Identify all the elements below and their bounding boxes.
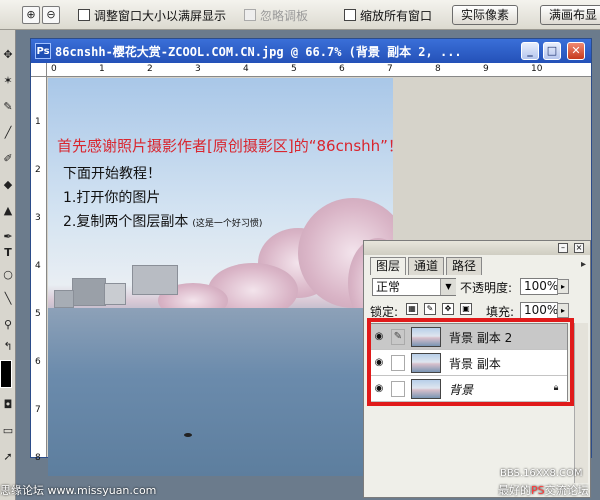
ruler-tick-label: 2 [147,64,153,74]
opacity-label: 不透明度: [460,281,513,295]
building [104,283,126,305]
photoshop-doc-icon: Ps [35,43,51,59]
opacity-slider-icon[interactable]: ▸ [557,279,569,294]
lock-position-icon[interactable]: ✥ [442,303,454,315]
quick-mask-icon[interactable]: ◘ [1,398,15,412]
ruler-tick-label: 1 [35,117,41,127]
lock-image-icon[interactable]: ✎ [424,303,436,315]
ignore-palettes-option: 忽略调板 [244,7,308,23]
resize-windows-checkbox[interactable] [78,9,90,21]
zoom-out-icon[interactable]: ⊖ [42,6,60,24]
ruler-tick-label: 1 [99,64,105,74]
chevron-down-icon[interactable]: ▼ [440,279,456,295]
pen-tool-icon[interactable]: ✒ [1,230,15,244]
ignore-palettes-checkbox [244,9,256,21]
duck [184,433,192,437]
watermark-ps: PS [531,484,545,497]
foreground-color-swatch[interactable] [0,360,12,388]
ruler-tick-label: 0 [51,64,57,74]
watermark-prefix: 最好的 [498,484,531,497]
panel-menu-icon[interactable]: ▸ [581,259,586,270]
watermark-right-top: BBS.16XX8.COM [500,468,583,479]
building [54,290,74,308]
ruler-tick-label: 8 [35,453,41,463]
maximize-icon[interactable]: □ [543,42,561,60]
watermark-left: 思缘论坛 www.missyuan.com [0,484,157,497]
zoom-all-windows-label: 缩放所有窗口 [360,8,433,23]
tutorial-line-3-text: 2.复制两个图层副本 [63,214,189,230]
lock-all-icon[interactable]: ▣ [460,303,472,315]
ruler-tick-label: 8 [435,64,441,74]
tutorial-line-3-note: (这是一个好习惯) [192,219,263,229]
type-tool-icon[interactable]: T [1,246,15,260]
ruler-tick-label: 6 [35,357,41,367]
close-icon[interactable]: ✕ [567,42,585,60]
tutorial-line-1: 下面开始教程！ [63,166,161,182]
fill-screen-button[interactable]: 满画布显 [540,5,600,25]
ruler-tick-label: 7 [35,405,41,415]
tutorial-title: 首先感谢照片摄影作者[原创摄影区]的“86cnshh”！ [57,137,403,155]
tab-layers[interactable]: 图层 [370,257,407,275]
building [72,278,106,306]
tutorial-line-2: 1.打开你的图片 [63,190,161,206]
swap-colors-icon[interactable]: ↰ [1,340,15,354]
zoom-all-windows-checkbox[interactable] [344,9,356,21]
tools-panel: ✥ ✶ ✎ ╱ ✐ ◆ ▲ ✒ T ○ ╲ ⚲ ↰ ◘ ▭ ➚ [0,30,16,500]
shape-tool-icon[interactable]: ○ [1,268,15,282]
actual-pixels-button[interactable]: 实际像素 [452,5,519,25]
ruler-tick-label: 2 [35,165,41,175]
eraser-tool-icon[interactable]: ◆ [1,178,15,192]
screen-mode-icon[interactable]: ▭ [1,424,15,438]
lake-water [48,308,393,476]
ignore-palettes-label: 忽略调板 [260,8,309,23]
eyedropper-tool-icon[interactable]: ╲ [1,292,15,306]
ruler-tick-label: 3 [195,64,201,74]
ruler-tick-label: 10 [531,64,543,74]
watermark-right-bottom: 最好的PS交流论坛 [498,482,589,498]
zoom-all-windows-option[interactable]: 缩放所有窗口 [344,7,432,23]
fill-slider-icon[interactable]: ▸ [557,303,569,318]
healing-brush-icon[interactable]: ✎ [1,100,15,114]
panel-titlebar[interactable]: – × [364,241,590,255]
ruler-tick-label: 4 [243,64,249,74]
resize-windows-option[interactable]: 调整窗口大小以满屏显示 [78,7,226,23]
document-titlebar[interactable]: Ps 86cnshh-樱花大赏-ZCOOL.COM.CN.jpg @ 66.7%… [31,39,591,63]
building [132,265,178,295]
panel-minimize-icon[interactable]: – [558,243,568,253]
lock-transparent-icon[interactable]: ▦ [406,303,418,315]
layer-highlight-annotation [367,318,574,406]
tab-paths[interactable]: 路径 [446,257,483,275]
magic-wand-icon[interactable]: ✶ [1,74,15,88]
ruler-tick-label: 5 [291,64,297,74]
ruler-tick-label: 4 [35,261,41,271]
tab-channels[interactable]: 通道 [408,257,445,275]
horizontal-ruler[interactable]: 0 1 2 3 4 5 6 7 8 9 10 [47,63,591,77]
tutorial-line-3: 2.复制两个图层副本 (这是一个好习惯) [63,211,262,231]
brush-tool-icon[interactable]: ╱ [1,126,15,140]
history-brush-icon[interactable]: ✐ [1,152,15,166]
jump-to-imageready-icon[interactable]: ➚ [1,450,15,464]
fill-field[interactable]: 100% [520,302,558,319]
ruler-tick-label: 9 [483,64,489,74]
minimize-icon[interactable]: _ [521,42,539,60]
zoom-in-icon[interactable]: ⊕ [22,6,40,24]
panel-scrollbar[interactable] [574,323,588,483]
panel-tabs: 图层 通道 路径 [370,257,483,275]
vertical-ruler[interactable]: 1 2 3 4 5 6 7 8 [31,77,47,463]
move-tool-icon[interactable]: ✥ [1,48,15,62]
ruler-tick-label: 3 [35,213,41,223]
panel-close-icon[interactable]: × [574,243,584,253]
resize-windows-label: 调整窗口大小以满屏显示 [94,8,227,23]
zoom-tool-icon[interactable]: ⚲ [1,318,15,332]
ruler-tick-label: 7 [387,64,393,74]
options-bar: ⊕ ⊖ 调整窗口大小以满屏显示 忽略调板 缩放所有窗口 实际像素 满画布显 [0,0,600,30]
ruler-tick-label: 5 [35,309,41,319]
gradient-tool-icon[interactable]: ▲ [1,204,15,218]
watermark-suffix: 交流论坛 [544,484,589,497]
ruler-origin[interactable] [31,63,47,77]
ruler-tick-label: 6 [339,64,345,74]
opacity-field[interactable]: 100% [520,278,558,295]
document-title: 86cnshh-樱花大赏-ZCOOL.COM.CN.jpg @ 66.7% (背… [55,44,462,59]
